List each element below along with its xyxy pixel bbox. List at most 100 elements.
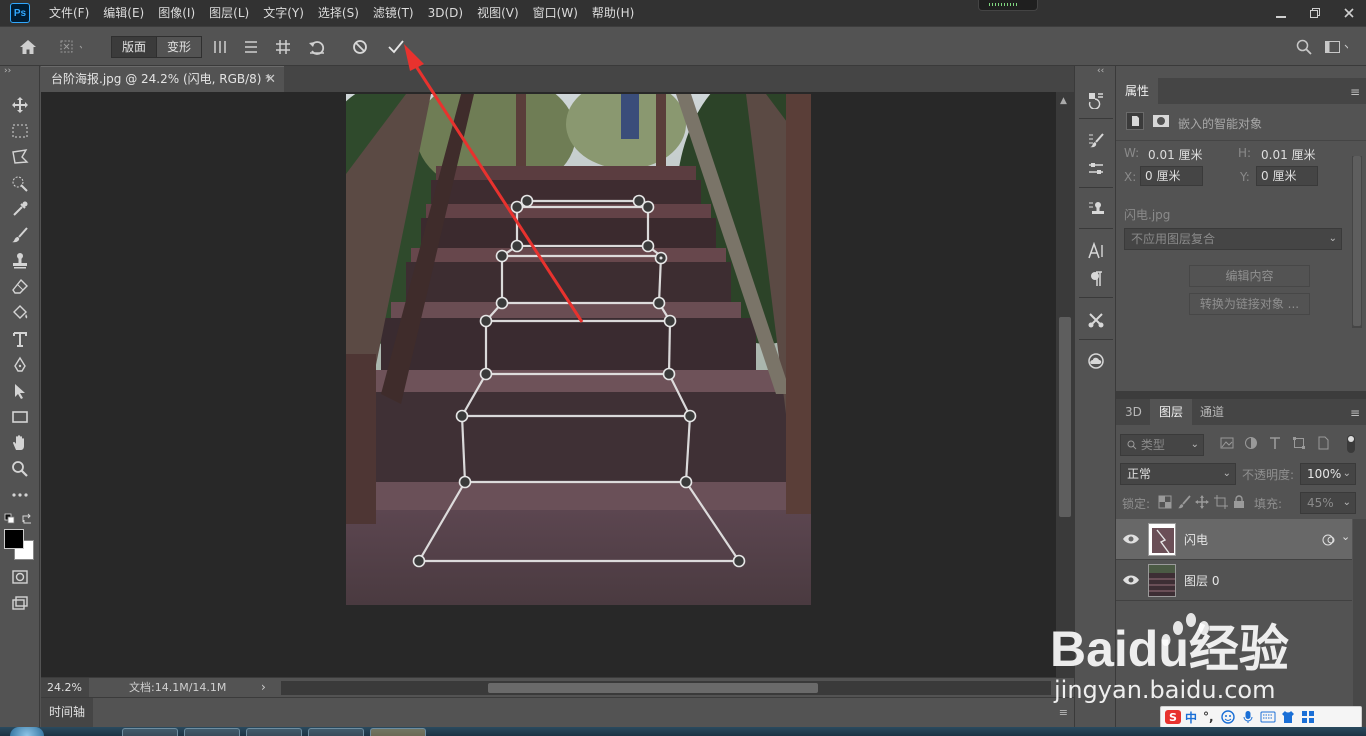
- filter-toggle[interactable]: [1344, 434, 1358, 454]
- adjustments-button[interactable]: [1084, 158, 1108, 180]
- chevron-down-icon[interactable]: ⌄: [1341, 530, 1350, 543]
- screen-mode-button[interactable]: [8, 592, 32, 614]
- blend-mode-select[interactable]: 正常 ⌄: [1120, 463, 1236, 485]
- microphone-icon[interactable]: [1240, 710, 1256, 724]
- tab-layers[interactable]: 图层: [1150, 399, 1193, 425]
- layer-name[interactable]: 闪电: [1184, 531, 1208, 548]
- mode-layout-button[interactable]: 版面: [112, 37, 157, 57]
- minimize-button[interactable]: [1264, 0, 1298, 26]
- reset-warp-button[interactable]: [305, 35, 329, 59]
- menu-edit[interactable]: 编辑(E): [96, 0, 151, 26]
- move-tool[interactable]: [8, 94, 32, 116]
- skin-icon[interactable]: [1280, 710, 1296, 724]
- path-select-tool[interactable]: [8, 380, 32, 402]
- adjustment-filter-icon[interactable]: [1244, 436, 1258, 450]
- hand-tool[interactable]: [8, 432, 32, 454]
- split-horizontal-button[interactable]: [239, 35, 263, 59]
- lock-pixels-icon[interactable]: [1177, 495, 1191, 509]
- layer-name[interactable]: 图层 0: [1184, 572, 1219, 589]
- zoom-input[interactable]: 24.2%: [41, 678, 89, 698]
- layer-row-layer0[interactable]: 图层 0: [1116, 560, 1352, 601]
- default-colors-icon[interactable]: [4, 513, 16, 528]
- brush-tool[interactable]: [8, 224, 32, 246]
- start-button[interactable]: [10, 727, 44, 736]
- cancel-transform-button[interactable]: [348, 35, 372, 59]
- menu-filter[interactable]: 滤镜(T): [366, 0, 421, 26]
- layer-comp-select[interactable]: 不应用图层复合 ⌄: [1124, 228, 1342, 250]
- height-value[interactable]: 0.01 厘米: [1261, 146, 1316, 163]
- close-button[interactable]: [1332, 0, 1366, 26]
- edit-toolbar-button[interactable]: [8, 484, 32, 506]
- sogou-logo[interactable]: S: [1165, 710, 1181, 724]
- properties-scrollbar[interactable]: [1352, 156, 1362, 328]
- layer-filter-select[interactable]: 类型 ⌄: [1120, 434, 1204, 456]
- taskbar-app[interactable]: [122, 728, 178, 736]
- edit-contents-button[interactable]: 编辑内容: [1189, 265, 1310, 287]
- lock-position-icon[interactable]: [1195, 495, 1209, 509]
- pen-tool[interactable]: [8, 354, 32, 376]
- restore-button[interactable]: [1298, 0, 1332, 26]
- ime-toolbar[interactable]: S 中 °,: [1160, 706, 1362, 728]
- lock-artboard-icon[interactable]: [1213, 495, 1228, 509]
- visibility-eye-icon[interactable]: [1122, 532, 1140, 546]
- brush-settings-button[interactable]: [1084, 130, 1108, 152]
- type-filter-icon[interactable]: [1268, 436, 1282, 450]
- marquee-tool[interactable]: [8, 120, 32, 142]
- fill-input[interactable]: 45% ⌄: [1300, 492, 1356, 514]
- staircase-photo[interactable]: [346, 94, 811, 605]
- scroll-up-icon[interactable]: ▲: [1060, 96, 1067, 106]
- vertical-scroll-thumb[interactable]: [1059, 317, 1071, 517]
- menu-3d[interactable]: 3D(D): [421, 0, 470, 26]
- emoji-icon[interactable]: [1220, 710, 1236, 724]
- collapse-arrows-icon[interactable]: ››: [4, 66, 11, 76]
- warp-mesh[interactable]: [346, 94, 811, 605]
- expand-panels-icon[interactable]: ‹‹: [1097, 66, 1104, 76]
- visibility-eye-icon[interactable]: [1122, 573, 1140, 587]
- menu-select[interactable]: 选择(S): [311, 0, 366, 26]
- opacity-input[interactable]: 100% ⌄: [1300, 463, 1356, 485]
- foreground-color-swatch[interactable]: [4, 529, 24, 549]
- ime-punctuation[interactable]: °,: [1203, 710, 1214, 724]
- tool-presets-button[interactable]: [1084, 309, 1108, 331]
- layer-row-lightning[interactable]: 闪电 ⌄: [1116, 519, 1352, 560]
- workspace-button[interactable]: [1324, 35, 1348, 59]
- status-menu-arrow[interactable]: ›: [261, 680, 266, 694]
- lock-all-icon[interactable]: [1232, 495, 1246, 509]
- taskbar-app[interactable]: [308, 728, 364, 736]
- x-input[interactable]: 0 厘米: [1140, 166, 1203, 186]
- tab-properties[interactable]: 属性: [1116, 78, 1159, 104]
- ime-mode[interactable]: 中: [1185, 709, 1197, 726]
- paragraph-panel-button[interactable]: [1084, 268, 1108, 290]
- commit-transform-button[interactable]: [384, 35, 408, 59]
- taskbar-app[interactable]: [184, 728, 240, 736]
- smart-filter-icon[interactable]: [1322, 533, 1336, 547]
- width-value[interactable]: 0.01 厘米: [1148, 146, 1203, 163]
- tab-3d[interactable]: 3D: [1116, 399, 1151, 425]
- toolbox-icon[interactable]: [1300, 710, 1316, 724]
- mode-transform-button[interactable]: 变形: [156, 37, 201, 57]
- swap-colors-icon[interactable]: [21, 513, 33, 528]
- quick-mask-button[interactable]: [8, 566, 32, 588]
- horizontal-scroll-thumb[interactable]: [488, 683, 818, 693]
- tool-preset-picker[interactable]: [58, 35, 82, 59]
- type-tool[interactable]: [8, 328, 32, 350]
- menu-image[interactable]: 图像(I): [151, 0, 202, 26]
- menu-view[interactable]: 视图(V): [470, 0, 526, 26]
- search-button[interactable]: [1292, 35, 1316, 59]
- mask-icon[interactable]: [1152, 112, 1170, 130]
- taskbar-app[interactable]: [246, 728, 302, 736]
- properties-menu-icon[interactable]: ≡: [1350, 85, 1360, 99]
- menu-help[interactable]: 帮助(H): [585, 0, 641, 26]
- quick-select-tool[interactable]: [8, 172, 32, 194]
- smart-object-filter-icon[interactable]: [1316, 436, 1330, 450]
- layers-menu-icon[interactable]: ≡: [1350, 406, 1360, 420]
- convert-to-linked-button[interactable]: 转换为链接对象 ...: [1189, 293, 1310, 315]
- horizontal-scrollbar[interactable]: [281, 681, 1051, 695]
- home-button[interactable]: [16, 35, 40, 59]
- document-size[interactable]: 文档:14.1M/14.1M: [129, 678, 226, 698]
- taskbar-app-active[interactable]: [370, 728, 426, 736]
- lasso-tool[interactable]: [8, 146, 32, 168]
- menu-file[interactable]: 文件(F): [42, 0, 96, 26]
- tab-channels[interactable]: 通道: [1191, 399, 1233, 425]
- stamp-tool[interactable]: [8, 250, 32, 272]
